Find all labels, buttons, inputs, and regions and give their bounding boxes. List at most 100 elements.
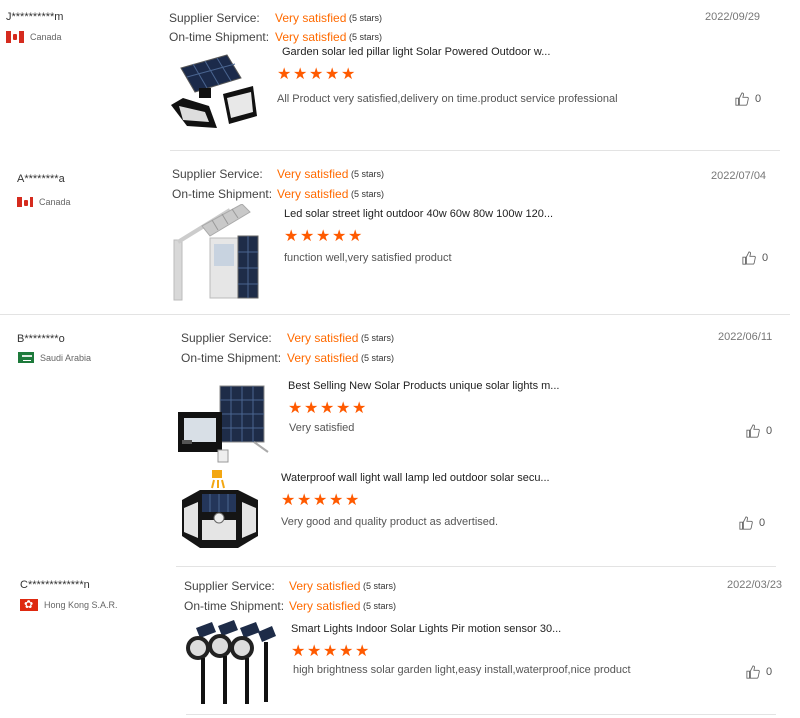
supplier-service-rating: Supplier Service: Very satisfied (5 star… — [172, 167, 384, 181]
review-date: 2022/06/11 — [718, 331, 773, 343]
buyer-name: A********a — [17, 173, 65, 185]
shipment-value: Very satisfied — [289, 599, 361, 613]
like-count: 0 — [759, 517, 766, 529]
product-title[interactable]: Led solar street light outdoor 40w 60w 8… — [284, 208, 553, 220]
star-icon: ★ — [293, 66, 308, 83]
supplier-service-value: Very satisfied — [289, 579, 361, 593]
review-date: 2022/09/29 — [705, 11, 761, 23]
star-icon: ★ — [300, 228, 315, 245]
supplier-service-stars: (5 stars) — [349, 13, 383, 23]
review-divider — [176, 566, 776, 567]
like-button[interactable]: 0 — [746, 665, 772, 679]
shipment-label: On-time Shipment: — [172, 187, 273, 201]
shipment-label: On-time Shipment: — [169, 30, 270, 44]
product-title[interactable]: Best Selling New Solar Products unique s… — [288, 380, 559, 392]
like-count: 0 — [762, 252, 769, 264]
star-icon: ★ — [304, 400, 319, 417]
star-icon: ★ — [281, 492, 296, 509]
like-button[interactable]: 0 — [735, 92, 761, 106]
review-comment: All Product very satisfied,delivery on t… — [277, 93, 618, 105]
thumbs-up-icon — [742, 251, 756, 265]
star-icon: ★ — [355, 643, 370, 660]
star-icon: ★ — [277, 66, 292, 83]
review-comment: function well,very satisfied product — [284, 252, 452, 264]
product-star-rating: ★ ★ ★ ★ ★ — [291, 643, 370, 660]
review-divider — [170, 150, 780, 151]
like-button[interactable]: 0 — [739, 516, 765, 530]
buyer-name: B********o — [17, 333, 65, 345]
country-name: Canada — [39, 197, 71, 207]
shipment-rating: On-time Shipment: Very satisfied (5 star… — [169, 30, 382, 44]
like-button[interactable]: 0 — [746, 424, 772, 438]
supplier-service-rating: Supplier Service: Very satisfied (5 star… — [184, 579, 396, 593]
star-icon: ★ — [320, 400, 335, 417]
saudi-arabia-flag-icon — [18, 352, 34, 363]
like-count: 0 — [766, 666, 773, 678]
like-count: 0 — [766, 425, 773, 437]
review-date: 2022/03/23 — [727, 579, 783, 591]
star-icon: ★ — [284, 228, 299, 245]
star-icon: ★ — [323, 643, 338, 660]
like-button[interactable]: 0 — [742, 251, 768, 265]
star-icon: ★ — [288, 400, 303, 417]
supplier-service-stars: (5 stars) — [351, 169, 385, 179]
review-card: C*************n Hong Kong S.A.R. Supplie… — [0, 570, 800, 718]
buyer-country: Canada — [17, 197, 71, 207]
buyer-name: J**********m — [6, 11, 64, 23]
shipment-stars: (5 stars) — [361, 353, 395, 363]
supplier-service-rating: Supplier Service: Very satisfied (5 star… — [181, 331, 394, 345]
solar-spotlights-image[interactable] — [182, 618, 278, 708]
like-count: 0 — [755, 93, 762, 105]
star-icon: ★ — [352, 400, 367, 417]
supplier-service-label: Supplier Service: — [169, 11, 260, 25]
hong-kong-flag-icon — [20, 599, 38, 611]
review-card: J**********m Canada Supplier Service: Ve… — [0, 0, 800, 150]
product-title[interactable]: Garden solar led pillar light Solar Powe… — [282, 46, 550, 58]
star-icon: ★ — [329, 492, 344, 509]
review-divider — [0, 314, 790, 315]
buyer-name: C*************n — [20, 579, 90, 591]
canada-flag-icon — [17, 197, 33, 207]
shipment-label: On-time Shipment: — [181, 351, 282, 365]
star-icon: ★ — [332, 228, 347, 245]
country-name: Saudi Arabia — [40, 352, 92, 363]
shipment-value: Very satisfied — [275, 30, 347, 44]
product-star-rating: ★ ★ ★ ★ ★ — [281, 492, 359, 509]
shipment-value: Very satisfied — [277, 187, 349, 201]
review-comment: Very good and quality product as adverti… — [281, 516, 499, 528]
shipment-value: Very satisfied — [287, 351, 359, 365]
star-icon: ★ — [336, 400, 351, 417]
star-icon: ★ — [316, 228, 331, 245]
shipment-stars: (5 stars) — [351, 189, 385, 199]
thumbs-up-icon — [746, 424, 760, 438]
buyer-country: Saudi Arabia — [18, 352, 91, 363]
product-title[interactable]: Smart Lights Indoor Solar Lights Pir mot… — [291, 623, 561, 635]
star-icon: ★ — [307, 643, 322, 660]
thumbs-up-icon — [735, 92, 749, 106]
thumbs-up-icon — [746, 665, 760, 679]
supplier-service-label: Supplier Service: — [181, 331, 272, 345]
buyer-country: Hong Kong S.A.R. — [20, 599, 118, 611]
solar-wall-light-image[interactable] — [169, 50, 259, 140]
solar-flood-light-image[interactable] — [174, 378, 274, 468]
star-icon: ★ — [348, 228, 363, 245]
country-name: Canada — [30, 32, 62, 42]
solar-security-wall-lamp-image[interactable] — [174, 468, 274, 558]
supplier-service-label: Supplier Service: — [172, 167, 263, 181]
solar-street-light-image[interactable] — [172, 203, 262, 301]
shipment-stars: (5 stars) — [349, 32, 383, 42]
star-icon: ★ — [291, 643, 306, 660]
product-star-rating: ★ ★ ★ ★ ★ — [288, 400, 367, 417]
star-icon: ★ — [297, 492, 312, 509]
supplier-service-stars: (5 stars) — [361, 333, 395, 343]
review-comment: Very satisfied — [289, 422, 355, 434]
supplier-service-value: Very satisfied — [275, 11, 347, 25]
review-divider — [186, 714, 776, 715]
star-icon: ★ — [309, 66, 324, 83]
buyer-country: Canada — [6, 31, 62, 43]
review-date: 2022/07/04 — [711, 170, 767, 182]
shipment-rating: On-time Shipment: Very satisfied (5 star… — [181, 351, 394, 365]
supplier-service-stars: (5 stars) — [363, 581, 397, 591]
canada-flag-icon — [6, 31, 24, 43]
product-title[interactable]: Waterproof wall light wall lamp led outd… — [281, 472, 550, 484]
